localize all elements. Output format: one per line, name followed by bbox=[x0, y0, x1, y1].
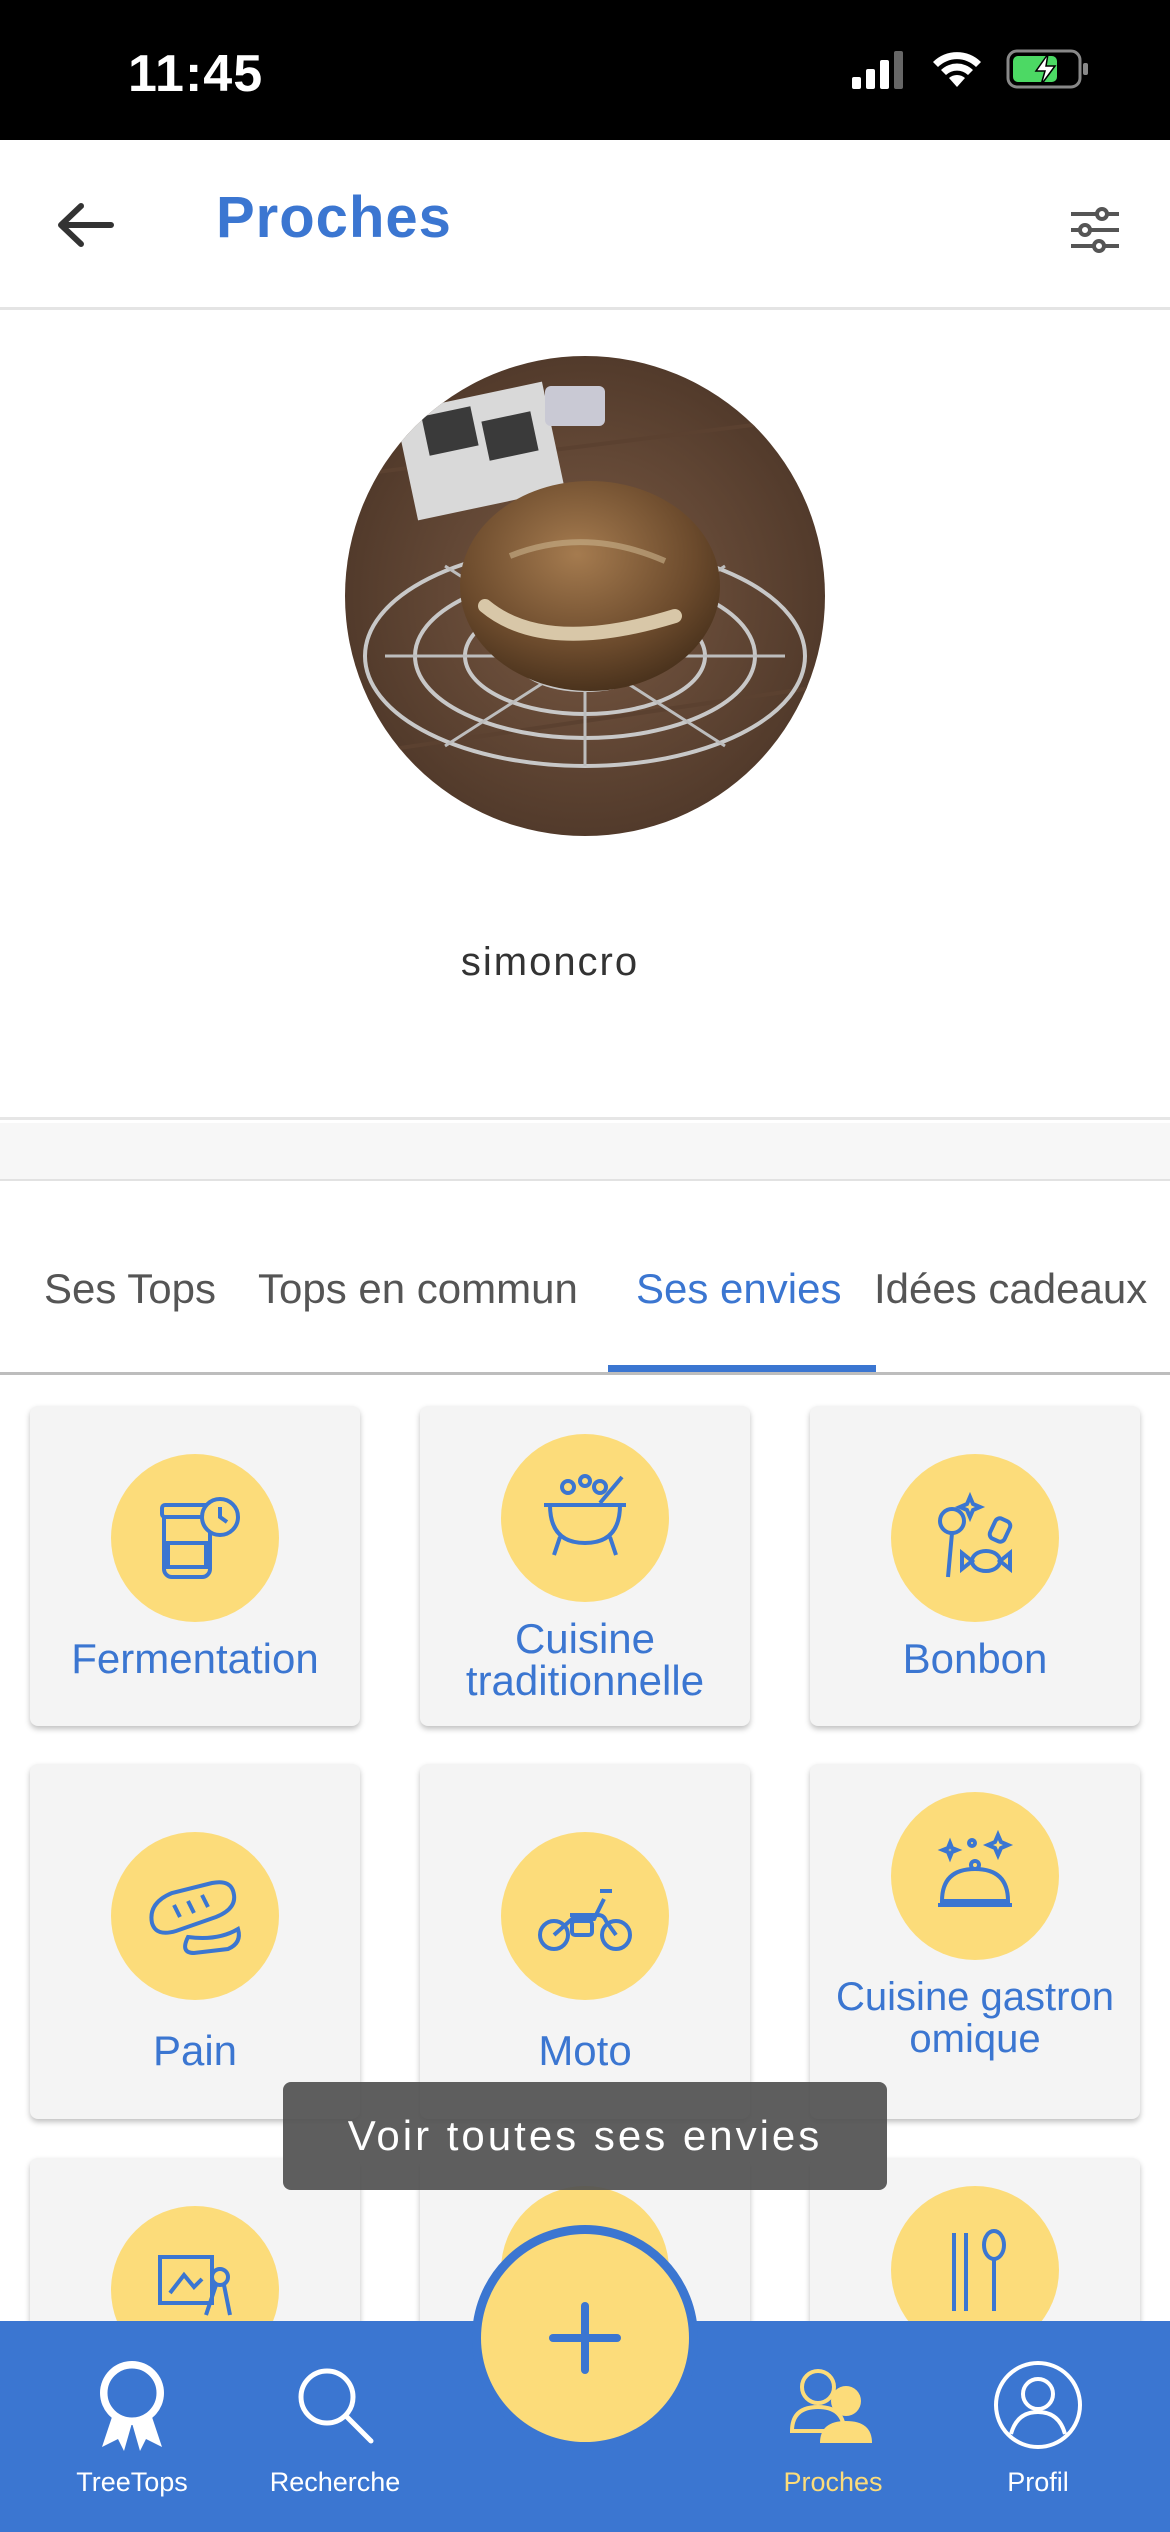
card-label: Fermentation bbox=[71, 1635, 319, 1682]
card-label: Cuisine traditionnelle bbox=[465, 1615, 705, 1704]
card-pain[interactable]: Pain bbox=[30, 1764, 360, 2119]
nav-proches[interactable]: Proches bbox=[733, 2321, 933, 2532]
bread-icon bbox=[111, 1832, 279, 2000]
nav-label: Proches bbox=[783, 2467, 883, 2497]
search-icon bbox=[285, 2355, 385, 2455]
card-cuisine-traditionnelle[interactable]: Cuisine traditionnelle bbox=[420, 1406, 750, 1726]
user-circle-icon bbox=[988, 2355, 1088, 2455]
page-title: Proches bbox=[216, 185, 452, 250]
wifi-icon bbox=[933, 52, 981, 87]
tab-ses-tops[interactable]: Ses Tops bbox=[44, 1265, 216, 1313]
plus-icon bbox=[549, 2302, 621, 2374]
nav-profil[interactable]: Profil bbox=[938, 2321, 1138, 2532]
card-label: Cuisine gastronomique bbox=[810, 1976, 1140, 2060]
utensils-icon bbox=[891, 2186, 1059, 2321]
card-cuisine-gastronomique[interactable]: Cuisine gastronomique bbox=[810, 1764, 1140, 2119]
active-tab-indicator bbox=[608, 1365, 876, 1372]
award-ribbon-icon bbox=[82, 2355, 182, 2455]
battery-icon bbox=[1006, 49, 1088, 89]
card-label: Pain bbox=[152, 2027, 238, 2074]
fermentation-jar-icon bbox=[111, 1454, 279, 1622]
back-button[interactable] bbox=[50, 190, 120, 260]
nav-label: TreeTops bbox=[76, 2467, 188, 2497]
app-header: Proches bbox=[0, 140, 1170, 310]
tab-idees-cadeaux[interactable]: Idées cadeaux bbox=[874, 1265, 1147, 1313]
add-button[interactable] bbox=[472, 2225, 698, 2451]
tab-bar: Ses Tops Tops en commun Ses envies Idées… bbox=[0, 1183, 1170, 1375]
card-label-text: Cuisine gastronomique bbox=[836, 1975, 1114, 2061]
status-bar: 11:45 bbox=[0, 0, 1170, 140]
nav-label: Recherche bbox=[269, 2467, 401, 2497]
card-moto[interactable]: Moto bbox=[420, 1764, 750, 2119]
sliders-icon bbox=[1071, 207, 1119, 253]
motorcycle-icon bbox=[501, 1832, 669, 2000]
status-time: 11:45 bbox=[128, 45, 264, 103]
avatar bbox=[345, 356, 825, 836]
nav-treetops[interactable]: TreeTops bbox=[32, 2321, 232, 2532]
section-divider bbox=[0, 1123, 1170, 1181]
profile-section: simoncro bbox=[0, 310, 1170, 1120]
see-all-envies-button[interactable]: Voir toutes ses envies bbox=[283, 2082, 887, 2190]
signal-icon bbox=[852, 51, 903, 89]
status-icons bbox=[850, 48, 1090, 90]
cloche-icon bbox=[891, 1792, 1059, 1960]
nav-recherche[interactable]: Recherche bbox=[235, 2321, 435, 2532]
username: simoncro bbox=[460, 940, 640, 984]
drawing-icon bbox=[111, 2206, 279, 2321]
nav-label: Profil bbox=[1007, 2467, 1069, 2497]
card-fermentation[interactable]: Fermentation bbox=[30, 1406, 360, 1726]
bread-photo bbox=[345, 356, 825, 836]
cauldron-icon bbox=[501, 1434, 669, 1602]
card-label: Bonbon bbox=[902, 1635, 1048, 1682]
tab-ses-envies[interactable]: Ses envies bbox=[636, 1265, 841, 1313]
tab-tops-en-commun[interactable]: Tops en commun bbox=[258, 1265, 578, 1313]
card-label: Moto bbox=[538, 2027, 632, 2074]
people-icon bbox=[783, 2355, 883, 2455]
card-bonbon[interactable]: Bonbon bbox=[810, 1406, 1140, 1726]
arrow-left-icon bbox=[58, 203, 114, 247]
filter-button[interactable] bbox=[1060, 195, 1130, 265]
candy-icon bbox=[891, 1454, 1059, 1622]
